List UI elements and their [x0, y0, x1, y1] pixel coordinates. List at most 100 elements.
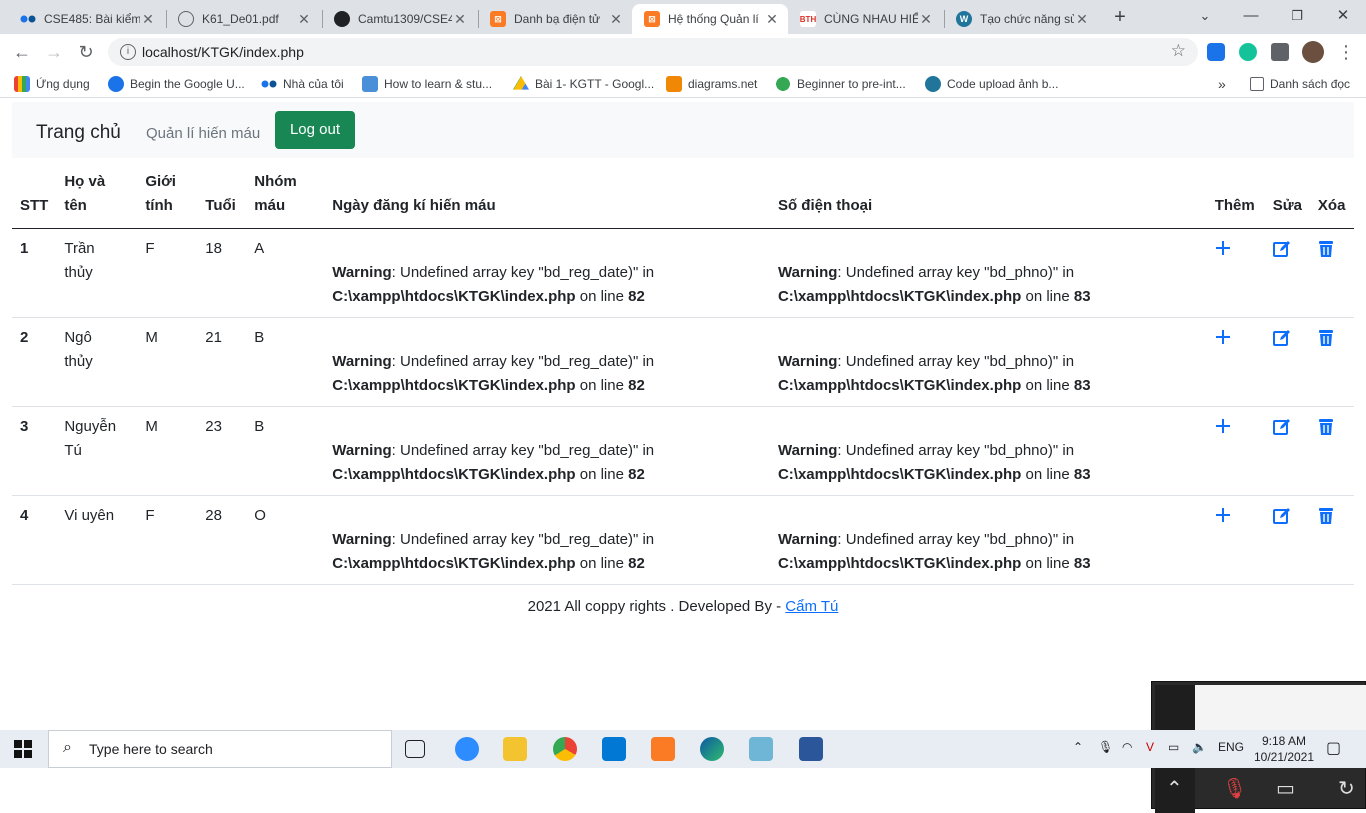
browser-tab-title: Tạo chức năng sửa: [980, 12, 1074, 26]
plus-icon[interactable]: [1215, 329, 1233, 347]
word-icon[interactable]: [799, 737, 823, 761]
vietkey-icon[interactable]: V: [1146, 740, 1154, 754]
browser-tab-active[interactable]: ⊠ Hệ thống Quản lí ✕: [632, 4, 788, 34]
bookmark-item[interactable]: Nhà của tôi: [261, 75, 344, 93]
col-header-age: Tuổi: [197, 166, 247, 229]
warning-on-line: on line: [1021, 555, 1074, 572]
nav-link-blood-donation[interactable]: Quản lí hiến máu: [146, 125, 260, 142]
cell-reg-date: Warning: Undefined array key "bd_reg_dat…: [324, 228, 770, 318]
browser-tab[interactable]: BTH CÙNG NHAU HIỂ ✕: [788, 4, 942, 34]
grammarly-icon[interactable]: [1239, 43, 1257, 61]
nav-brand-home[interactable]: Trang chủ: [36, 122, 121, 144]
warning-label: Warning: [332, 353, 392, 370]
warning-label: Warning: [777, 353, 838, 370]
close-icon[interactable]: ✕: [452, 11, 468, 28]
cell-gender: F: [137, 228, 198, 318]
bookmark-label: Beginner to pre-int...: [797, 77, 906, 91]
edit-icon[interactable]: [1272, 507, 1291, 525]
vscode-icon[interactable]: [602, 737, 626, 761]
info-icon[interactable]: i: [120, 44, 136, 60]
extension-drop-icon[interactable]: [1207, 43, 1225, 61]
refresh-icon[interactable]: ↻: [1338, 776, 1355, 801]
wifi-icon[interactable]: ◠: [1122, 740, 1132, 754]
table-row: 3 Nguyễn Tú M 23 B Warning: Undefined array ke…: [12, 406, 1354, 496]
cell-blood: A: [246, 228, 325, 318]
bookmark-item[interactable]: Begin the Google U...: [108, 75, 245, 93]
trash-icon[interactable]: [1318, 418, 1336, 436]
zoom-icon[interactable]: [455, 737, 479, 761]
close-icon[interactable]: ✕: [918, 11, 934, 28]
bookmark-item[interactable]: Code upload ảnh b...: [925, 75, 1058, 93]
reading-list[interactable]: Danh sách đọc: [1250, 75, 1350, 93]
bookmark-item[interactable]: Ứng dụng: [14, 75, 90, 93]
plus-icon[interactable]: [1215, 418, 1233, 436]
dots-icon: [261, 76, 277, 92]
edit-icon[interactable]: [1272, 240, 1291, 258]
new-tab-button[interactable]: +: [1108, 5, 1132, 29]
edge-icon[interactable]: [700, 737, 724, 761]
language-indicator[interactable]: ENG: [1218, 740, 1244, 754]
trash-icon[interactable]: [1318, 507, 1336, 525]
chevron-up-icon[interactable]: ⌃: [1166, 776, 1183, 801]
bookmark-item[interactable]: Bài 1- KGTT - Googl...: [513, 75, 654, 93]
camera-icon[interactable]: ▭: [1276, 776, 1295, 801]
trash-icon[interactable]: [1318, 329, 1336, 347]
edit-icon[interactable]: [1272, 418, 1291, 436]
bookmark-item[interactable]: diagrams.net: [666, 75, 757, 93]
php-warning: Warning: Undefined array key "bd_reg_dat…: [332, 528, 762, 576]
trash-icon[interactable]: [1318, 240, 1336, 258]
close-icon[interactable]: ✕: [296, 11, 312, 28]
plus-icon[interactable]: [1215, 240, 1233, 258]
browser-tab[interactable]: ⊠ Danh bạ điện tử ✕: [478, 4, 632, 34]
battery-icon[interactable]: ▭: [1168, 740, 1179, 754]
bookmark-item[interactable]: Beginner to pre-int...: [775, 75, 906, 93]
chrome-icon[interactable]: [553, 737, 577, 761]
logout-button[interactable]: Log out: [275, 111, 355, 149]
file-explorer-icon[interactable]: [503, 737, 527, 761]
browser-tab[interactable]: W Tạo chức năng sửa ✕: [944, 4, 1098, 34]
more-bookmarks-icon[interactable]: »: [1218, 75, 1226, 93]
minimize-button[interactable]: —: [1228, 0, 1274, 34]
volume-icon[interactable]: 🔈: [1192, 740, 1207, 754]
notifications-icon[interactable]: ▢: [1326, 738, 1341, 758]
mic-muted-icon[interactable]: 🎙: [1222, 776, 1247, 801]
warning-message: : Undefined array key "bd_reg_date)" in: [391, 531, 655, 548]
taskbar-search-box[interactable]: ⌕ Type here to search: [48, 730, 392, 768]
warning-line-number: 83: [1073, 288, 1091, 305]
bth-icon: BTH: [800, 11, 816, 27]
footer-text: 2021 All coppy rights . Developed By -: [527, 598, 786, 615]
browser-tab[interactable]: Camtu1309/CSE4 ✕: [322, 4, 476, 34]
back-button[interactable]: ←: [10, 40, 34, 64]
avatar[interactable]: [1302, 41, 1324, 63]
address-bar[interactable]: i localhost/KTGK/index.php ☆: [108, 38, 1198, 66]
extensions-puzzle-icon[interactable]: [1271, 43, 1289, 61]
restore-button[interactable]: ❐: [1274, 0, 1320, 34]
forward-button[interactable]: →: [42, 40, 66, 64]
close-icon[interactable]: ✕: [1074, 11, 1090, 28]
close-window-button[interactable]: ✕: [1320, 0, 1366, 34]
bookmark-label: Ứng dụng: [36, 77, 90, 91]
edit-icon[interactable]: [1272, 329, 1291, 347]
warning-on-line: on line: [575, 377, 629, 394]
tray-chevron-icon[interactable]: ⌃: [1073, 740, 1083, 754]
task-view-icon[interactable]: [405, 740, 425, 758]
footer-author-link[interactable]: Cẩm Tú: [785, 598, 838, 615]
clock[interactable]: 9:18 AM 10/21/2021: [1252, 733, 1316, 765]
app-icon[interactable]: [749, 737, 773, 761]
web-page: Trang chủ Quản lí hiến máu Log out STT H…: [0, 98, 1366, 813]
browser-tab[interactable]: CSE485: Bài kiểm ✕: [8, 4, 164, 34]
close-icon[interactable]: ✕: [140, 11, 156, 28]
xampp-icon[interactable]: [651, 737, 675, 761]
bookmark-star-icon[interactable]: ☆: [1171, 41, 1186, 61]
browser-tab[interactable]: K61_De01.pdf ✕: [166, 4, 320, 34]
bookmark-item[interactable]: How to learn & stu...: [362, 75, 492, 93]
windows-start-icon[interactable]: [14, 740, 32, 758]
url-text[interactable]: localhost/KTGK/index.php: [142, 44, 304, 60]
plus-icon[interactable]: [1215, 507, 1233, 525]
microphone-icon[interactable]: 🎙: [1098, 740, 1113, 754]
close-icon[interactable]: ✕: [608, 11, 624, 28]
menu-kebab-icon[interactable]: ⋮: [1334, 40, 1358, 64]
close-icon[interactable]: ✕: [764, 11, 780, 28]
reload-button[interactable]: ↻: [74, 40, 98, 64]
tab-search-icon[interactable]: ⌄: [1182, 0, 1228, 34]
